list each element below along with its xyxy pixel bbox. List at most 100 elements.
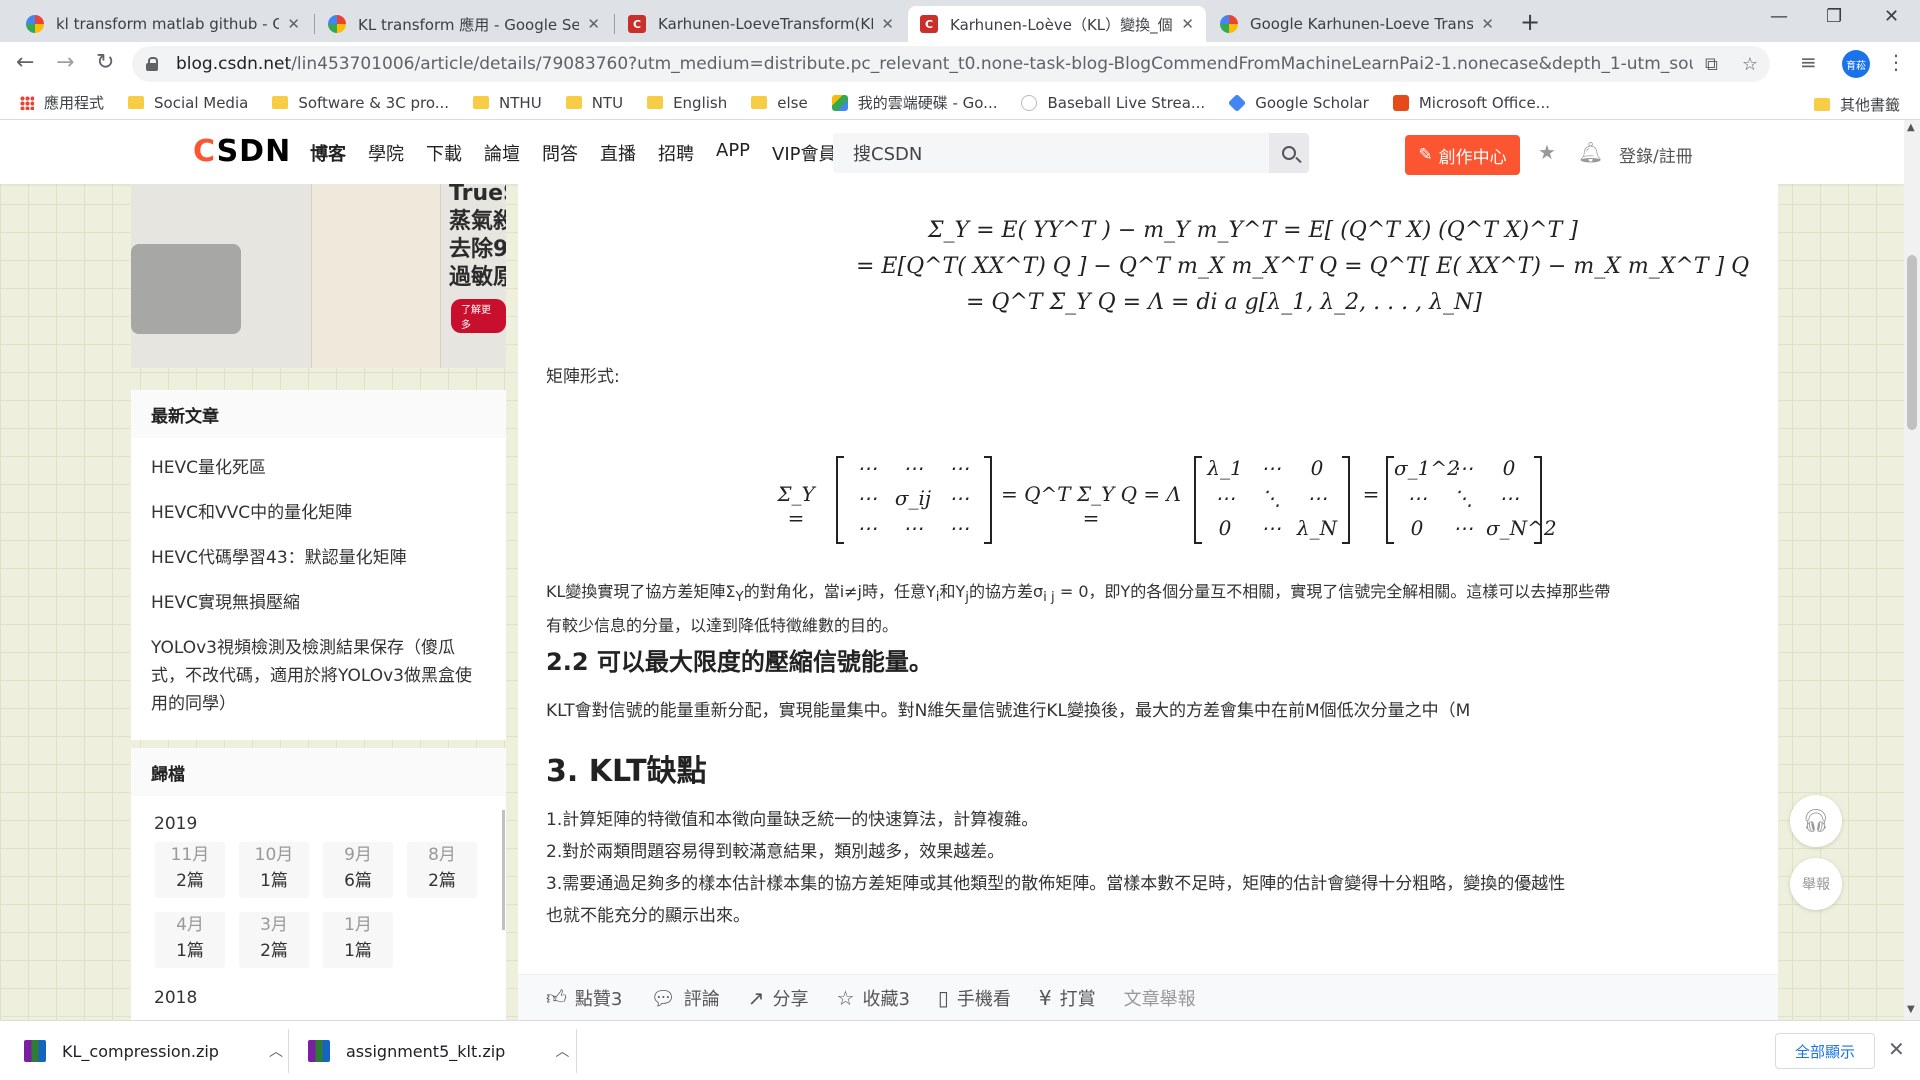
csdn-logo[interactable]: CSDN	[193, 134, 291, 169]
share-button[interactable]: ↗ 分享	[748, 985, 809, 1011]
bookmark-english[interactable]: English	[647, 94, 727, 112]
scroll-up-icon[interactable]: ▲	[1907, 122, 1915, 133]
bookmark-nthu[interactable]: NTHU	[473, 94, 542, 112]
archive-month[interactable]: 9月 6篇	[323, 842, 393, 898]
star-icon[interactable]: ★	[1538, 140, 1556, 164]
close-icon[interactable]: ✕	[1181, 15, 1194, 33]
nav-app[interactable]: APP	[716, 140, 750, 166]
nav-qa[interactable]: 問答	[542, 140, 578, 166]
collect-button[interactable]: ☆ 收藏3	[837, 985, 910, 1011]
bookmark-apps[interactable]: 應用程式	[20, 92, 104, 113]
reload-icon[interactable]: ↻	[96, 50, 114, 75]
other-bookmarks[interactable]: 其他書籤	[1813, 94, 1900, 115]
page-scrollbar[interactable]: ▲ ▼	[1904, 120, 1920, 1020]
latest-article-link[interactable]: YOLOv3視頻檢測及檢測結果保存（傻瓜式，不改代碼，適用於將YOLOv3做黑盒…	[151, 634, 486, 718]
close-icon[interactable]: ✕	[287, 15, 300, 33]
menu-icon[interactable]: ⋮	[1886, 50, 1906, 74]
archive-month[interactable]: 1月 1篇	[323, 912, 393, 968]
reward-button[interactable]: ¥ 打賞	[1039, 985, 1096, 1011]
chevron-up-icon[interactable]: ︿	[555, 1041, 569, 1061]
advertisement[interactable]: TrueSteam 蒸氣殺菌, 去除99.9% 過敏原與細菌 了解更多	[131, 184, 506, 368]
avatar[interactable]: 育菘	[1842, 50, 1870, 78]
paragraph-decorrelation: KL變換實現了協方差矩陣ΣY的對角化，當i≠j時，任意Yi和Yj的協方差σi j…	[546, 582, 1611, 636]
bookmark-scholar[interactable]: Google Scholar	[1228, 93, 1369, 112]
report-article-link[interactable]: 文章舉報	[1124, 985, 1196, 1011]
ad-learn-more-button[interactable]: 了解更多	[451, 299, 506, 333]
archive-month[interactable]: 8月 2篇	[407, 842, 477, 898]
browser-tab-1[interactable]: kl transform matlab github - Go ✕	[14, 6, 312, 42]
csdn-search-input[interactable]: 搜CSDN	[833, 133, 1309, 173]
maximize-icon[interactable]: ❐	[1826, 6, 1842, 27]
nav-academy[interactable]: 學院	[368, 140, 404, 166]
matrix-cell: ⋯	[903, 516, 923, 540]
nav-jobs[interactable]: 招聘	[658, 140, 694, 166]
report-float-button[interactable]: 舉報	[1790, 858, 1842, 910]
nav-download[interactable]: 下載	[426, 140, 462, 166]
matrix-cell: ⋱	[1261, 486, 1281, 510]
address-bar[interactable]: blog.csdn.net/lin453701006/article/detai…	[132, 46, 1770, 82]
nav-vip[interactable]: VIP會員	[772, 140, 836, 166]
close-shelf-icon[interactable]: ✕	[1888, 1037, 1905, 1061]
new-tab-button[interactable]: +	[1520, 8, 1540, 36]
minimize-icon[interactable]: —	[1770, 6, 1788, 27]
mobile-view-button[interactable]: ▯ 手機看	[938, 985, 1011, 1011]
comment-icon: 💬︎	[650, 985, 676, 1010]
archive-scrollbar[interactable]	[502, 810, 505, 930]
login-register-link[interactable]: 登錄/註冊	[1619, 142, 1693, 167]
matrix-cell: ⋯	[1261, 516, 1281, 540]
matrix-cell: ⋯	[1407, 486, 1427, 510]
show-all-downloads-button[interactable]: 全部顯示	[1775, 1033, 1875, 1069]
download-item[interactable]: assignment5_klt.zip ︿	[308, 1021, 569, 1080]
translate-icon[interactable]: ⧉	[1705, 54, 1718, 75]
create-center-button[interactable]: ✎ 創作中心	[1405, 135, 1520, 175]
archive-year: 2018	[154, 988, 198, 1008]
latest-article-link[interactable]: HEVC實現無損壓縮	[151, 589, 486, 617]
scroll-down-icon[interactable]: ▼	[1907, 1004, 1915, 1015]
customer-service-button[interactable]: 🎧︎	[1790, 795, 1842, 847]
close-icon[interactable]: ✕	[1481, 15, 1494, 33]
latest-article-link[interactable]: HEVC量化死區	[151, 454, 486, 482]
bookmark-baseball[interactable]: Baseball Live Strea...	[1021, 94, 1205, 112]
bookmark-software[interactable]: Software & 3C pro...	[272, 94, 449, 112]
matrix-cell: ⋯	[949, 516, 969, 540]
archive-month[interactable]: 10月 1篇	[239, 842, 309, 898]
bookmark-social-media[interactable]: Social Media	[128, 94, 248, 112]
close-icon[interactable]: ✕	[587, 15, 600, 33]
bookmark-office[interactable]: Microsoft Office...	[1392, 94, 1550, 112]
archive-month[interactable]: 11月 2篇	[155, 842, 225, 898]
drive-icon	[831, 94, 848, 111]
bell-icon[interactable]: 🔔︎	[1578, 140, 1603, 164]
download-item[interactable]: KL_compression.zip ︿	[24, 1021, 283, 1080]
reading-list-icon[interactable]: ≡	[1800, 50, 1817, 74]
bookmark-star-icon[interactable]: ☆	[1742, 54, 1758, 75]
cons-item: 也就不能充分的顯示出來。	[546, 906, 750, 926]
archive-month[interactable]: 4月 1篇	[155, 912, 225, 968]
like-button[interactable]: 👍︎ 點贊3	[546, 985, 622, 1011]
folder-icon	[565, 96, 582, 109]
forward-icon[interactable]: →	[56, 50, 74, 75]
bookmark-drive[interactable]: 我的雲端硬碟 - Go...	[831, 92, 997, 113]
window-close-icon[interactable]: ✕	[1884, 6, 1899, 27]
google-icon	[328, 15, 346, 33]
browser-tab-5[interactable]: Google Karhunen-Loeve Transform (KL ✕	[1208, 6, 1506, 42]
lock-icon	[146, 57, 158, 71]
apps-icon	[20, 95, 34, 110]
nav-live[interactable]: 直播	[600, 140, 636, 166]
browser-tab-active[interactable]: C Karhunen-Loève（KL）變換_個 ✕	[908, 6, 1206, 42]
close-icon[interactable]: ✕	[881, 15, 894, 33]
chevron-up-icon[interactable]: ︿	[269, 1041, 283, 1061]
download-shelf: KL_compression.zip ︿ assignment5_klt.zip…	[0, 1020, 1920, 1080]
browser-tab-2[interactable]: KL transform 應用 - Google Sea ✕	[316, 6, 612, 42]
nav-blog[interactable]: 博客	[310, 140, 346, 166]
browser-tab-3[interactable]: C Karhunen-LoeveTransform(KLT ✕	[616, 6, 906, 42]
comment-button[interactable]: 💬︎ 評論	[650, 985, 719, 1011]
latest-article-link[interactable]: HEVC和VVC中的量化矩陣	[151, 499, 486, 527]
bookmark-else[interactable]: else	[751, 94, 808, 112]
search-icon[interactable]	[1269, 133, 1309, 173]
latest-article-link[interactable]: HEVC代碼學習43：默認量化矩陣	[151, 544, 486, 572]
back-icon[interactable]: ←	[16, 50, 34, 75]
bookmark-ntu[interactable]: NTU	[565, 94, 623, 112]
nav-forum[interactable]: 論壇	[484, 140, 520, 166]
archive-month[interactable]: 3月 2篇	[239, 912, 309, 968]
scrollbar-thumb[interactable]	[1907, 255, 1917, 430]
